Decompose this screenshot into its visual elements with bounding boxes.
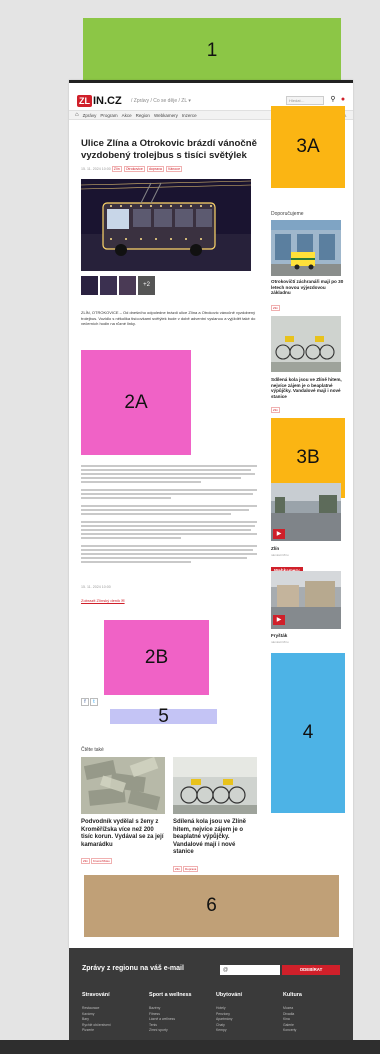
ad-slot-5[interactable]: 5 — [110, 706, 217, 727]
ad-label: 2A — [124, 391, 148, 413]
footer-column-title: Stravování — [82, 992, 110, 998]
article-tag[interactable]: Vánoce — [165, 166, 183, 172]
article-meta: 15. 11. 2024 10:00 Zlín Otrokovice dopra… — [81, 166, 261, 172]
footer-column: Stravování Restaurace Kavárny Bary Rychl… — [82, 992, 142, 1034]
card-image-bikes[interactable] — [173, 757, 257, 814]
article-title: Ulice Zlína a Otrokovic brázdí vánočně v… — [81, 138, 257, 161]
user-icon[interactable]: ● — [339, 96, 347, 104]
ad-slot-2a[interactable]: 2A — [81, 350, 191, 455]
ad-slot-1[interactable]: 1 — [83, 18, 341, 83]
footer-column-title: Ubytování — [216, 992, 243, 998]
recommend-heading: Doporučujeme — [271, 211, 304, 217]
ad-label: 4 — [302, 722, 314, 743]
recommend-title[interactable]: Sdílená kola jsou ve Zlíně hitem, nejvíc… — [271, 377, 345, 399]
gallery-thumb[interactable] — [119, 276, 136, 295]
logo-badge: ZL — [77, 95, 92, 107]
ad-slot-2b[interactable]: 2B — [104, 620, 209, 695]
newsletter-email-input[interactable]: @ — [220, 965, 280, 975]
webcam-name[interactable]: Fryšták — [271, 633, 287, 638]
ad-slot-3a[interactable]: 3A — [271, 106, 345, 188]
footer-link[interactable]: Kempy — [216, 1028, 276, 1034]
bikes-photo — [271, 316, 341, 372]
article-tag[interactable]: doprava — [146, 166, 164, 172]
webcam-name[interactable]: Zlín — [271, 546, 279, 551]
bikes-photo — [173, 757, 257, 814]
card-title[interactable]: Podvodník vydělal s ženy z Kroměřížska v… — [81, 819, 165, 849]
ad-label: 6 — [206, 895, 217, 916]
home-icon[interactable]: ⌂ — [75, 112, 79, 118]
card-tags: Zlín Doprava — [173, 866, 199, 872]
recommend-title[interactable]: Otrokovičtí záchranáři mají po 30 letech… — [271, 279, 345, 296]
banknotes-photo — [81, 757, 165, 814]
article-date: 15. 11. 2024 10:00 — [81, 167, 111, 171]
newsletter-title: Zprávy z regionu na váš e-mail — [82, 965, 184, 972]
footer-bottom-strip — [0, 1040, 380, 1054]
hero-image-trolleybus[interactable] — [81, 179, 251, 271]
article-tag[interactable]: Otrokovice — [123, 166, 145, 172]
play-icon[interactable]: ▶ — [273, 615, 285, 625]
ambulance-photo — [271, 220, 341, 276]
twitter-icon[interactable]: t — [90, 698, 98, 706]
recommend-image-ambulance[interactable] — [271, 220, 341, 276]
nav-item-webkamery[interactable]: Webkamery — [154, 113, 178, 118]
card-tag[interactable]: Zlín — [173, 866, 183, 872]
top-bar — [69, 80, 353, 83]
site-footer: Zprávy z regionu na váš e-mail @ ODEBÍRA… — [69, 948, 353, 1054]
newsletter-subscribe-button[interactable]: ODEBÍRAT — [282, 965, 340, 975]
play-icon[interactable]: ▶ — [273, 529, 285, 539]
gallery-thumbnails: +2 — [81, 276, 251, 295]
recommend-image-bikes[interactable] — [271, 316, 341, 372]
webcam-image-zlin[interactable]: ▶ — [271, 483, 341, 541]
ad-slot-6[interactable]: 6 — [84, 875, 339, 937]
trolleybus-photo — [81, 179, 251, 271]
article-body-text — [81, 465, 257, 563]
header-breadcrumb[interactable]: / Zprávy / Co se děje / ZL ▾ — [131, 98, 191, 104]
nav-item-zpravy[interactable]: Zprávy — [83, 113, 97, 118]
footer-column: Ubytování Hotely Penziony Apartmány Chat… — [216, 992, 276, 1034]
search-icon[interactable]: ⚲ — [329, 96, 337, 104]
footer-link[interactable]: Pizzerie — [82, 1028, 142, 1034]
ad-label: 3B — [296, 447, 320, 468]
ad-slot-4[interactable]: 4 — [271, 653, 345, 813]
ad-label: 1 — [206, 39, 218, 61]
article-tag[interactable]: Zlín — [111, 166, 122, 172]
ad-label: 5 — [158, 705, 169, 727]
subscribe-link[interactable]: Zobrazit Zlínský deník ✉ — [81, 598, 125, 603]
site-logo[interactable]: ZL IN.CZ — [77, 95, 122, 107]
nav-item-akce[interactable]: Akce — [122, 113, 132, 118]
gallery-more[interactable]: +2 — [138, 276, 155, 295]
gallery-thumb[interactable] — [81, 276, 98, 295]
card-tag[interactable]: Kroměřížsko — [91, 858, 112, 864]
logo-text: IN.CZ — [93, 95, 122, 107]
webcam-location: náměstí Míru — [271, 640, 289, 644]
footer-link[interactable]: Zimní sporty — [149, 1028, 209, 1034]
card-title[interactable]: Sdílená kola jsou ve Zlíně hitem, nejvíc… — [173, 819, 257, 857]
recommend-tag[interactable]: Zlín — [271, 305, 281, 311]
card-image-banknotes[interactable] — [81, 757, 165, 814]
nav-item-program[interactable]: Program — [100, 113, 117, 118]
facebook-icon[interactable]: f — [81, 698, 89, 706]
recommend-tag[interactable]: Zlín — [271, 407, 281, 413]
share-buttons: f t — [81, 698, 98, 706]
article-footer-meta: 15. 11. 2024 10:00 — [81, 585, 111, 589]
ad-label: 3A — [296, 136, 320, 157]
article-page: ZL IN.CZ / Zprávy / Co se děje / ZL ▾ Hl… — [69, 80, 353, 948]
webcam-image-frystak[interactable]: ▶ — [271, 571, 341, 629]
footer-column-title: Kultura — [283, 992, 302, 998]
webcam-location: náměstí Míru — [271, 553, 289, 557]
card-tags: Zlín Kroměřížsko — [81, 858, 113, 864]
footer-column: Kultura Muzea Divadla Kina Galerie Konce… — [283, 992, 343, 1034]
nav-item-inzerce[interactable]: Inzerce — [182, 113, 197, 118]
footer-column-title: Sport a wellness — [149, 992, 192, 998]
ad-label: 2B — [144, 646, 169, 668]
card-tag[interactable]: Zlín — [81, 858, 91, 864]
read-also-heading: Čtěte také — [81, 747, 104, 753]
article-perex: ZLÍN, OTROKOVICE – Od dnešního odpoledne… — [81, 310, 256, 326]
nav-item-region[interactable]: Region — [136, 113, 150, 118]
gallery-thumb[interactable] — [100, 276, 117, 295]
search-input[interactable]: Hledat… — [286, 96, 324, 105]
card-tag[interactable]: Doprava — [183, 866, 199, 872]
footer-link[interactable]: Koncerty — [283, 1028, 343, 1034]
footer-column: Sport a wellness Bazény Fitness Lázně a … — [149, 992, 209, 1034]
